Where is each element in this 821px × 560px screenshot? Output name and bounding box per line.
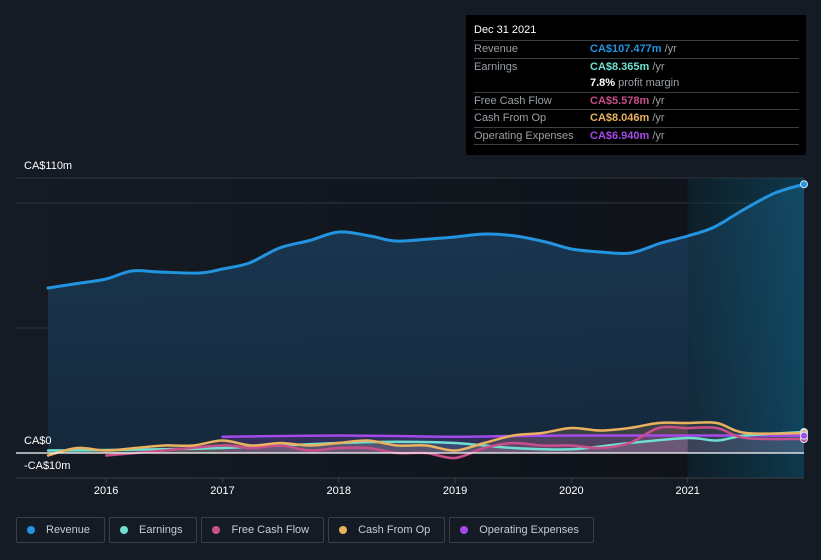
endpoint-operating-expenses[interactable] <box>800 431 808 440</box>
legend-label: Cash From Op <box>358 524 431 536</box>
tooltip-value: 7.8% <box>590 77 616 89</box>
legend-label: Earnings <box>139 524 183 536</box>
legend-label: Free Cash Flow <box>231 524 310 536</box>
legend-item-operating-expenses[interactable]: Operating Expenses <box>449 517 594 543</box>
x-tick-label: 2018 <box>326 485 352 497</box>
tooltip-label <box>474 75 590 92</box>
tooltip-value: CA$107.477m <box>590 43 662 55</box>
legend-item-cash-from-op[interactable]: Cash From Op <box>328 517 446 543</box>
tooltip-value: CA$8.365m <box>590 60 650 73</box>
tooltip-value: CA$5.578m <box>590 94 650 107</box>
tooltip-row: Revenue CA$107.477m/yr <box>474 41 799 59</box>
tooltip: Dec 31 2021 Revenue CA$107.477m/yr Earning… <box>466 15 806 155</box>
tooltip-label: Operating Expenses <box>474 129 574 142</box>
tooltip-label: Earnings <box>474 60 518 73</box>
tooltip-unit: /yr <box>664 43 677 55</box>
legend-dot-icon <box>460 526 469 534</box>
x-tick-label: 2019 <box>442 485 468 497</box>
tooltip-value: CA$8.046m <box>590 112 650 124</box>
tooltip-row: 7.8% profit margin <box>474 75 799 93</box>
x-tick-label: 2017 <box>210 485 235 497</box>
legend-item-free-cash-flow[interactable]: Free Cash Flow <box>201 517 325 543</box>
tooltip-date: Dec 31 2021 <box>474 22 799 41</box>
tooltip-value: CA$6.940m <box>590 129 650 142</box>
legend-item-earnings[interactable]: Earnings <box>109 517 198 543</box>
tooltip-unit: /yr <box>652 112 665 124</box>
legend-dot-icon <box>212 526 221 534</box>
y-tick-label-min: -CA$10m <box>24 460 71 472</box>
x-tick-label: 2020 <box>559 485 584 497</box>
tooltip-unit: /yr <box>652 129 665 142</box>
y-tick-label-max: CA$110m <box>24 160 73 172</box>
tooltip-unit: profit margin <box>618 77 680 89</box>
tooltip-row: Free Cash Flow CA$5.578m/yr <box>474 93 799 110</box>
legend-label: Operating Expenses <box>479 524 579 536</box>
tooltip-unit: /yr <box>652 94 665 107</box>
legend-dot-icon <box>339 526 348 534</box>
x-tick-label: 2016 <box>93 485 119 497</box>
tooltip-label: Revenue <box>474 43 519 55</box>
x-tick-label: 2021 <box>675 485 700 497</box>
tooltip-label: Cash From Op <box>474 112 547 124</box>
tooltip-row: Earnings CA$8.365m/yr <box>474 59 799 76</box>
endpoint-revenue[interactable] <box>800 180 808 189</box>
legend-dot-icon <box>27 526 35 534</box>
legend-item-revenue[interactable]: Revenue <box>16 517 106 543</box>
tooltip-row: Cash From Op CA$8.046m/yr <box>474 110 799 128</box>
tooltip-label: Free Cash Flow <box>474 94 552 107</box>
tooltip-unit: /yr <box>652 60 665 73</box>
tooltip-row: Operating Expenses CA$6.940m/yr <box>474 128 799 145</box>
legend: Revenue Earnings Free Cash Flow Cash From O… <box>16 517 594 543</box>
legend-label: Revenue <box>46 524 91 536</box>
y-tick-label-zero: CA$0 <box>24 435 52 447</box>
legend-dot-icon <box>120 526 129 534</box>
